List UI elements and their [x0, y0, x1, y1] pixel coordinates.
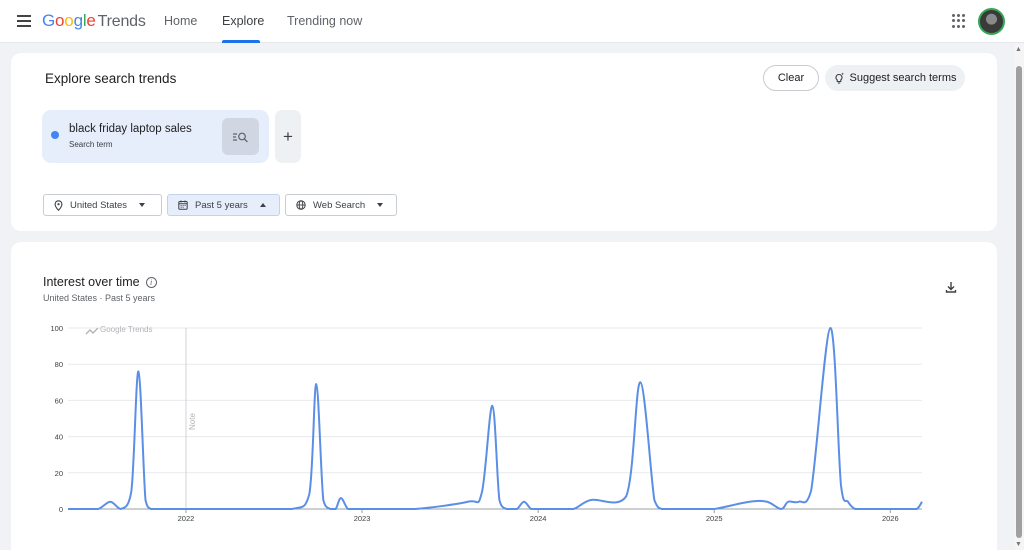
menu-icon[interactable] — [14, 12, 34, 32]
x-tick-label: 2026 — [882, 514, 899, 523]
explore-card: Explore search trends Clear Suggest sear… — [11, 53, 997, 231]
location-filter-value: United States — [70, 199, 128, 211]
calendar-icon — [178, 200, 188, 210]
search-term-subtitle: Search term — [69, 140, 113, 149]
location-filter[interactable]: United States — [43, 194, 162, 216]
logo-google: Google — [42, 11, 96, 30]
location-pin-icon — [54, 199, 63, 211]
x-tick-label: 2022 — [178, 514, 195, 523]
top-bar: Google Trends Home Explore Trending now — [0, 0, 1024, 43]
x-tick-label: 2024 — [530, 514, 547, 523]
scroll-down-arrow-icon[interactable]: ▼ — [1015, 541, 1022, 548]
tab-explore[interactable]: Explore — [222, 14, 264, 28]
y-tick-label: 80 — [55, 360, 63, 369]
chevron-down-icon — [139, 203, 146, 207]
logo-trends: Trends — [97, 13, 146, 30]
google-trends-watermark: Google Trends — [100, 325, 152, 334]
interest-line-chart: 0 20 40 60 80 100 2022 2023 2024 2025 2026 Note Goog… — [50, 324, 923, 523]
globe-icon — [296, 200, 306, 210]
suggest-label: Suggest search terms — [849, 72, 957, 84]
y-tick-label: 100 — [50, 324, 63, 333]
y-tick-label: 40 — [55, 433, 63, 442]
trends-watermark-icon — [85, 327, 99, 335]
google-trends-logo[interactable]: Google Trends — [42, 11, 146, 31]
search-term-text[interactable]: black friday laptop sales — [69, 123, 192, 135]
interest-over-time-card: Interest over time i United States · Pas… — [11, 242, 997, 550]
search-property-filter-value: Web Search — [313, 199, 366, 211]
chevron-down-icon — [377, 203, 384, 207]
active-tab-indicator — [222, 40, 260, 43]
scrollbar-thumb[interactable] — [1016, 66, 1022, 538]
x-tick-label: 2023 — [354, 514, 371, 523]
search-property-filter[interactable]: Web Search — [285, 194, 397, 216]
refine-search-icon[interactable] — [222, 118, 259, 155]
time-range-filter-value: Past 5 years — [195, 199, 248, 211]
clear-button[interactable]: Clear — [763, 65, 819, 91]
suggest-search-terms-button[interactable]: Suggest search terms — [825, 65, 965, 91]
scroll-up-arrow-icon[interactable]: ▲ — [1015, 46, 1022, 53]
note-label: Note — [188, 413, 197, 430]
term-color-dot — [51, 131, 59, 139]
chevron-up-icon — [259, 203, 266, 207]
y-tick-label: 0 — [59, 505, 63, 514]
y-tick-label: 60 — [55, 396, 63, 405]
x-tick-label: 2025 — [706, 514, 723, 523]
tab-trending-now[interactable]: Trending now — [287, 14, 362, 28]
tab-home[interactable]: Home — [164, 14, 197, 28]
y-tick-label: 20 — [55, 469, 63, 478]
explore-title: Explore search trends — [45, 71, 177, 86]
avatar[interactable] — [978, 8, 1005, 35]
time-range-filter[interactable]: Past 5 years — [167, 194, 280, 216]
search-term-chip[interactable]: black friday laptop sales Search term — [42, 110, 269, 163]
sparkle-bulb-icon — [834, 72, 844, 84]
apps-grid-icon[interactable] — [952, 14, 966, 28]
add-comparison-icon[interactable]: + — [275, 110, 301, 163]
